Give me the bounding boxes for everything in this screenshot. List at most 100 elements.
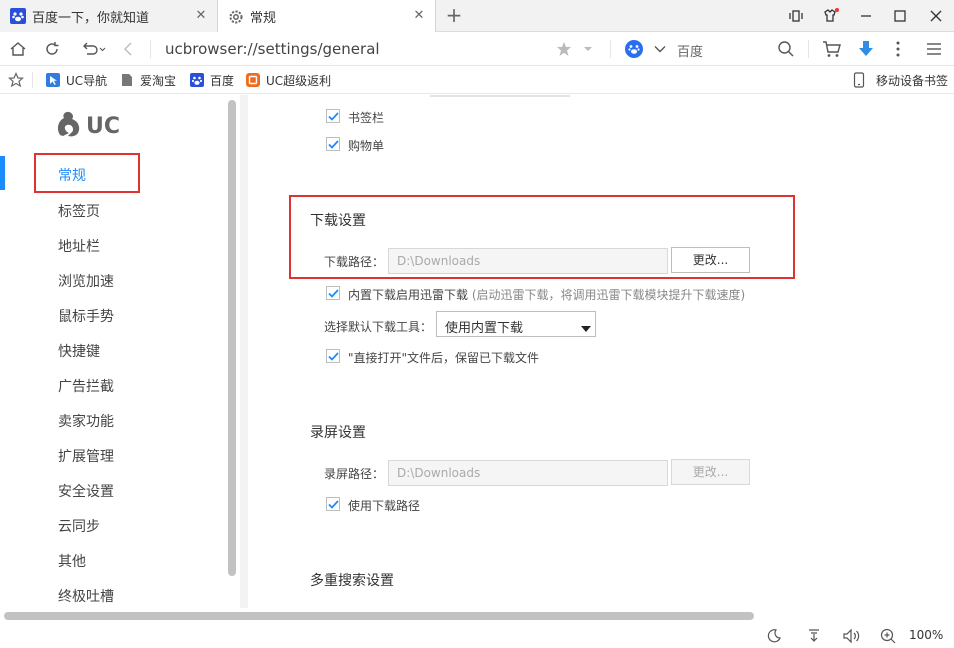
- download-icon[interactable]: [856, 39, 876, 59]
- sidebar-item-seller[interactable]: 卖家功能: [58, 411, 114, 431]
- toolbar: ucbrowser://settings/general 百度: [0, 32, 954, 66]
- cut-off-control: [430, 95, 570, 97]
- tab-title: 常规: [250, 11, 277, 26]
- download-path-label: 下载路径：: [324, 255, 385, 269]
- record-path-field[interactable]: D:\Downloads: [388, 460, 668, 486]
- open-keep-checkbox[interactable]: [326, 349, 340, 363]
- caret-down-icon: [581, 321, 591, 336]
- home-icon[interactable]: [8, 39, 28, 59]
- settings-sidebar: UC 常规 标签页 地址栏 浏览加速 鼠标手势 快捷键 广告拦截 卖家功能 扩展…: [0, 95, 240, 608]
- zoom-icon[interactable]: [880, 628, 896, 644]
- mini-mode-icon[interactable]: [786, 6, 806, 26]
- toolbar-divider: [808, 40, 809, 58]
- search-icon[interactable]: [776, 39, 796, 59]
- sidebar-item-feedback[interactable]: 终极吐槽: [58, 586, 114, 606]
- cart-icon[interactable]: [822, 39, 842, 59]
- refresh-icon[interactable]: [42, 39, 62, 59]
- star-icon[interactable]: [554, 39, 574, 59]
- logo-text: UC: [86, 113, 121, 139]
- sidebar-item-other[interactable]: 其他: [58, 551, 86, 571]
- sidebar-item-adblock[interactable]: 广告拦截: [58, 376, 114, 396]
- night-mode-icon[interactable]: [766, 628, 782, 644]
- use-download-path-label: 使用下载路径: [348, 499, 421, 513]
- volume-icon[interactable]: [842, 628, 864, 644]
- minimize-icon[interactable]: [856, 6, 876, 26]
- sidebar-item-speedup[interactable]: 浏览加速: [58, 271, 114, 291]
- chevron-down-icon[interactable]: [650, 39, 670, 59]
- search-engine-icon[interactable]: [624, 39, 644, 59]
- download-path-field[interactable]: D:\Downloads: [388, 248, 668, 274]
- toolbar-divider: [150, 40, 151, 58]
- sidebar-item-sync[interactable]: 云同步: [58, 516, 100, 536]
- close-icon[interactable]: ✕: [411, 8, 427, 24]
- shopping-list-label: 购物单: [348, 139, 385, 153]
- tab-baidu[interactable]: 百度一下，你就知道 ✕: [0, 0, 218, 32]
- bookmark-baidu[interactable]: 百度: [190, 71, 234, 89]
- active-indicator: [0, 156, 5, 190]
- check-icon: [327, 139, 339, 149]
- sidebar-item-general[interactable]: 常规: [58, 165, 86, 185]
- tab-strip: 百度一下，你就知道 ✕ 常规 ✕ +: [0, 0, 954, 33]
- download-tool-select[interactable]: 使用内置下载: [436, 311, 596, 337]
- bookmark-uc-fanli[interactable]: UC超级返利: [246, 71, 331, 89]
- download-manager-icon[interactable]: [806, 628, 822, 644]
- fanli-icon: [246, 73, 260, 87]
- sidebar-scrollbar[interactable]: [228, 100, 236, 576]
- record-change-button[interactable]: 更改...: [671, 459, 750, 485]
- xunlei-hint: (启动迅雷下载，将调用迅雷下载模块提升下载速度): [471, 288, 746, 302]
- sidebar-item-shortcuts[interactable]: 快捷键: [58, 341, 100, 361]
- check-icon: [327, 499, 339, 509]
- page-icon: [120, 73, 134, 87]
- back-icon[interactable]: [118, 39, 138, 59]
- download-tool-label: 选择默认下载工具：: [324, 320, 433, 334]
- download-change-button[interactable]: 更改...: [671, 247, 750, 273]
- search-input[interactable]: 百度: [677, 41, 703, 60]
- bookmark-star-icon[interactable]: [8, 71, 24, 89]
- undo-close-icon[interactable]: [78, 39, 108, 59]
- xunlei-label: 内置下载启用迅雷下载 (启动迅雷下载，将调用迅雷下载模块提升下载速度): [348, 288, 746, 302]
- use-download-path-checkbox[interactable]: [326, 497, 340, 511]
- record-path-label: 录屏路径：: [324, 467, 385, 481]
- sidebar-item-security[interactable]: 安全设置: [58, 481, 114, 501]
- bookmarks-divider: [32, 72, 33, 88]
- status-bar: 100%: [0, 624, 954, 648]
- baidu-paw-icon: [10, 8, 26, 24]
- mobile-bookmarks[interactable]: 移动设备书签: [852, 71, 948, 89]
- skin-icon[interactable]: [820, 6, 840, 26]
- shopping-list-checkbox[interactable]: [326, 137, 340, 151]
- open-keep-label: "直接打开"文件后，保留已下载文件: [348, 351, 540, 365]
- check-icon: [327, 351, 339, 361]
- uc-squirrel-icon: [54, 109, 84, 143]
- baidu-paw-icon: [190, 73, 204, 87]
- tab-settings[interactable]: 常规 ✕: [218, 0, 436, 33]
- new-tab-icon[interactable]: +: [444, 4, 464, 26]
- sidebar-item-address-bar[interactable]: 地址栏: [58, 236, 100, 256]
- menu-icon[interactable]: [924, 39, 944, 59]
- horizontal-scrollbar[interactable]: [4, 612, 754, 620]
- tab-title: 百度一下，你就知道: [32, 10, 150, 26]
- check-icon: [327, 111, 339, 121]
- xunlei-checkbox[interactable]: [326, 286, 340, 300]
- more-icon[interactable]: [888, 39, 908, 59]
- uc-nav-icon: [46, 73, 60, 87]
- window-close-icon[interactable]: [926, 6, 946, 26]
- sidebar-item-extensions[interactable]: 扩展管理: [58, 446, 114, 466]
- phone-icon: [852, 72, 866, 88]
- chevron-down-icon[interactable]: [578, 39, 598, 59]
- bookmark-bar-label: 书签栏: [348, 111, 385, 125]
- download-settings-title: 下载设置: [310, 213, 366, 229]
- sidebar-item-mouse-gesture[interactable]: 鼠标手势: [58, 306, 114, 326]
- sidebar-divider: [240, 95, 248, 608]
- address-bar[interactable]: ucbrowser://settings/general: [165, 40, 380, 58]
- download-tool-value: 使用内置下载: [445, 321, 524, 336]
- sidebar-item-tabs[interactable]: 标签页: [58, 201, 100, 221]
- close-icon[interactable]: ✕: [193, 8, 209, 24]
- bookmark-aitaobao[interactable]: 爱淘宝: [120, 71, 176, 89]
- maximize-icon[interactable]: [890, 6, 910, 26]
- bookmark-uc-nav[interactable]: UC导航: [46, 71, 107, 89]
- gear-icon: [228, 9, 244, 25]
- record-settings-title: 录屏设置: [310, 425, 366, 441]
- bookmark-bar-checkbox[interactable]: [326, 109, 340, 123]
- highlight-box: [34, 153, 140, 193]
- zoom-level[interactable]: 100%: [909, 628, 943, 642]
